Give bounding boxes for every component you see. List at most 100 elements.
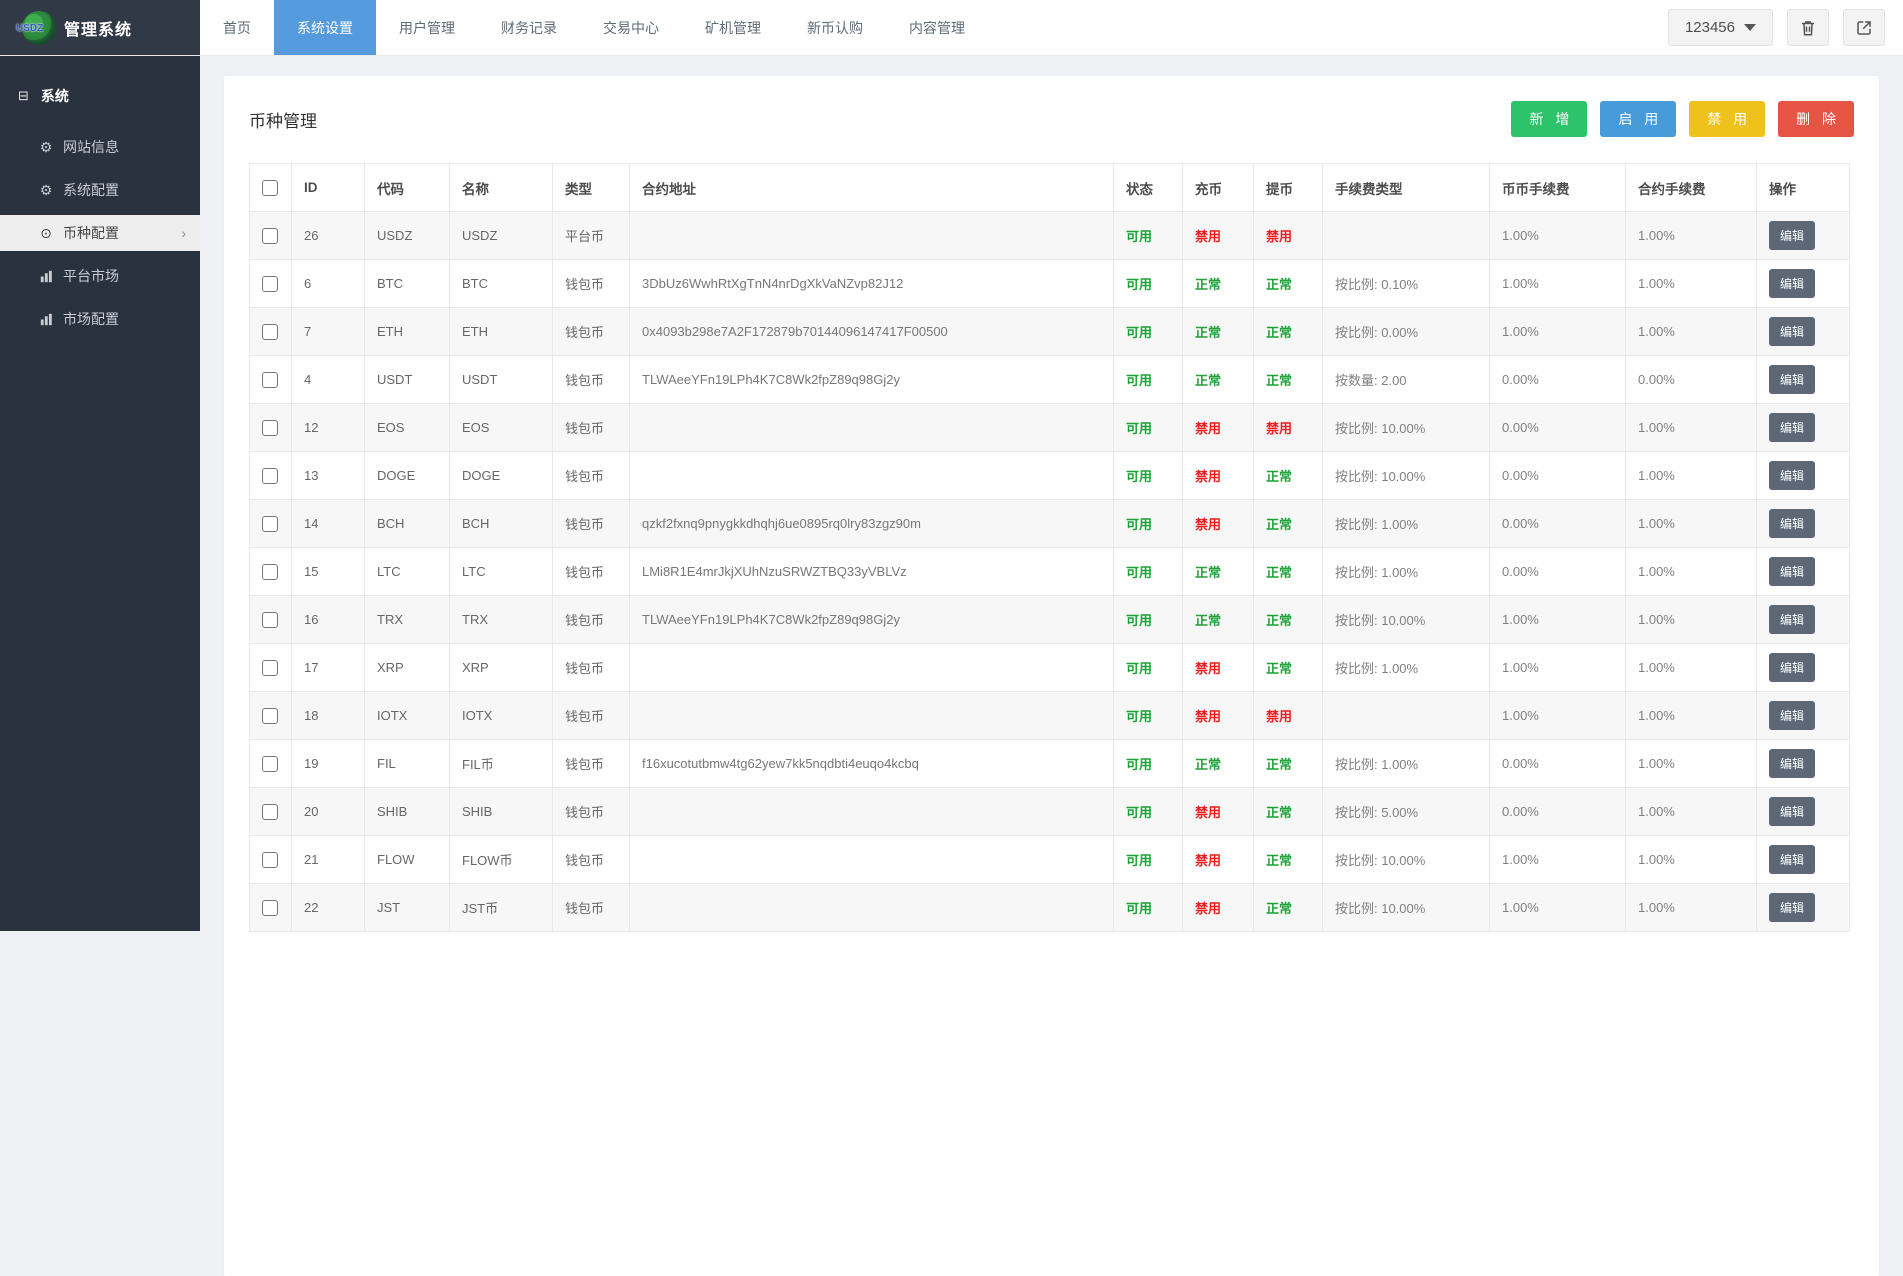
nav-item-system-settings[interactable]: 系统设置 xyxy=(274,0,376,55)
add-button[interactable]: 新 增 xyxy=(1511,101,1587,137)
main-content: 币种管理 新 增启 用禁 用删 除 ID代码名称类型合约地址状态充币提币手续费类… xyxy=(200,56,1903,931)
status-badge: 可用 xyxy=(1126,565,1152,580)
nav-item-new-coin-subscription[interactable]: 新币认购 xyxy=(784,0,886,55)
delete-button[interactable]: 删 除 xyxy=(1778,101,1854,137)
withdraw-badge: 正常 xyxy=(1266,805,1292,820)
sidebar-section-label: 系统 xyxy=(41,86,69,106)
cell-fee_type: 按比例: 10.00% xyxy=(1323,452,1490,500)
sidebar-item-system-config[interactable]: ⚙系统配置› xyxy=(0,172,200,208)
cell-status: 可用 xyxy=(1114,836,1183,884)
row-checkbox[interactable] xyxy=(262,372,278,388)
edit-button[interactable]: 编辑 xyxy=(1769,605,1815,634)
table-row: 6BTCBTC钱包币3DbUz6WwhRtXgTnN4nrDgXkVaNZvp8… xyxy=(250,260,1850,308)
cell-name: FLOW币 xyxy=(450,836,553,884)
logout-button[interactable] xyxy=(1843,9,1885,46)
column-header-check[interactable] xyxy=(250,164,292,212)
sidebar-item-market-config[interactable]: 市场配置› xyxy=(0,301,200,337)
cell-contract xyxy=(630,836,1114,884)
coin-table: ID代码名称类型合约地址状态充币提币手续费类型币币手续费合约手续费操作 26US… xyxy=(249,163,1850,932)
edit-button[interactable]: 编辑 xyxy=(1769,221,1815,250)
nav-item-content-management[interactable]: 内容管理 xyxy=(886,0,988,55)
cell-status: 可用 xyxy=(1114,692,1183,740)
edit-button[interactable]: 编辑 xyxy=(1769,509,1815,538)
nav-item-finance-records[interactable]: 财务记录 xyxy=(478,0,580,55)
row-checkbox[interactable] xyxy=(262,756,278,772)
gear-icon: ⚙ xyxy=(38,182,54,199)
row-checkbox[interactable] xyxy=(262,612,278,628)
edit-button[interactable]: 编辑 xyxy=(1769,413,1815,442)
sidebar-section-system[interactable]: ⊟ 系统 xyxy=(0,76,200,122)
table-header-row: ID代码名称类型合约地址状态充币提币手续费类型币币手续费合约手续费操作 xyxy=(250,164,1850,212)
cell-check xyxy=(250,212,292,260)
user-label: 123456 xyxy=(1685,19,1735,36)
cell-action: 编辑 xyxy=(1757,740,1850,788)
row-checkbox[interactable] xyxy=(262,708,278,724)
column-header-deposit: 充币 xyxy=(1183,164,1254,212)
row-checkbox[interactable] xyxy=(262,564,278,580)
sidebar-item-coin-config[interactable]: ⊙币种配置› xyxy=(0,215,200,251)
edit-button[interactable]: 编辑 xyxy=(1769,317,1815,346)
disable-button[interactable]: 禁 用 xyxy=(1689,101,1765,137)
trash-button[interactable] xyxy=(1787,9,1829,46)
cell-action: 编辑 xyxy=(1757,692,1850,740)
nav-item-miner-management[interactable]: 矿机管理 xyxy=(682,0,784,55)
edit-button[interactable]: 编辑 xyxy=(1769,365,1815,394)
row-checkbox[interactable] xyxy=(262,516,278,532)
row-checkbox[interactable] xyxy=(262,324,278,340)
cell-fee_type: 按比例: 10.00% xyxy=(1323,404,1490,452)
user-dropdown[interactable]: 123456 xyxy=(1668,9,1773,46)
cell-action: 编辑 xyxy=(1757,788,1850,836)
deposit-badge: 禁用 xyxy=(1195,517,1221,532)
row-checkbox[interactable] xyxy=(262,468,278,484)
nav-item-home[interactable]: 首页 xyxy=(200,0,274,55)
sidebar-item-site-info[interactable]: ⚙网站信息› xyxy=(0,129,200,165)
cell-coin_fee: 1.00% xyxy=(1490,596,1626,644)
cell-deposit: 禁用 xyxy=(1183,212,1254,260)
row-checkbox[interactable] xyxy=(262,804,278,820)
edit-button[interactable]: 编辑 xyxy=(1769,797,1815,826)
edit-button[interactable]: 编辑 xyxy=(1769,653,1815,682)
sidebar-item-platform-market[interactable]: 平台市场› xyxy=(0,258,200,294)
nav-item-user-management[interactable]: 用户管理 xyxy=(376,0,478,55)
row-checkbox[interactable] xyxy=(262,660,278,676)
status-badge: 可用 xyxy=(1126,805,1152,820)
nav-item-trade-center[interactable]: 交易中心 xyxy=(580,0,682,55)
row-checkbox[interactable] xyxy=(262,276,278,292)
edit-button[interactable]: 编辑 xyxy=(1769,557,1815,586)
cell-id: 6 xyxy=(292,260,365,308)
cell-action: 编辑 xyxy=(1757,308,1850,356)
cell-name: XRP xyxy=(450,644,553,692)
edit-button[interactable]: 编辑 xyxy=(1769,461,1815,490)
enable-button[interactable]: 启 用 xyxy=(1600,101,1676,137)
cell-contract xyxy=(630,644,1114,692)
cell-deposit: 正常 xyxy=(1183,740,1254,788)
cell-withdraw: 禁用 xyxy=(1254,692,1323,740)
column-header-fee_type: 手续费类型 xyxy=(1323,164,1490,212)
edit-button[interactable]: 编辑 xyxy=(1769,845,1815,874)
cell-fee_type: 按比例: 1.00% xyxy=(1323,740,1490,788)
cell-action: 编辑 xyxy=(1757,596,1850,644)
deposit-badge: 正常 xyxy=(1195,613,1221,628)
status-badge: 可用 xyxy=(1126,517,1152,532)
edit-button[interactable]: 编辑 xyxy=(1769,701,1815,730)
cell-status: 可用 xyxy=(1114,548,1183,596)
logo[interactable]: USDZ 管理系统 xyxy=(0,0,200,55)
cell-name: USDZ xyxy=(450,212,553,260)
cell-type: 钱包币 xyxy=(553,884,630,932)
cell-check xyxy=(250,404,292,452)
edit-button[interactable]: 编辑 xyxy=(1769,749,1815,778)
cell-id: 21 xyxy=(292,836,365,884)
row-checkbox[interactable] xyxy=(262,900,278,916)
cell-deposit: 正常 xyxy=(1183,308,1254,356)
select-all-checkbox[interactable] xyxy=(262,180,278,196)
cell-check xyxy=(250,740,292,788)
edit-button[interactable]: 编辑 xyxy=(1769,893,1815,922)
edit-button[interactable]: 编辑 xyxy=(1769,269,1815,298)
cell-action: 编辑 xyxy=(1757,452,1850,500)
row-checkbox[interactable] xyxy=(262,420,278,436)
cell-withdraw: 正常 xyxy=(1254,884,1323,932)
cell-contract_fee: 1.00% xyxy=(1626,692,1757,740)
cell-code: JST xyxy=(365,884,450,932)
row-checkbox[interactable] xyxy=(262,852,278,868)
row-checkbox[interactable] xyxy=(262,228,278,244)
